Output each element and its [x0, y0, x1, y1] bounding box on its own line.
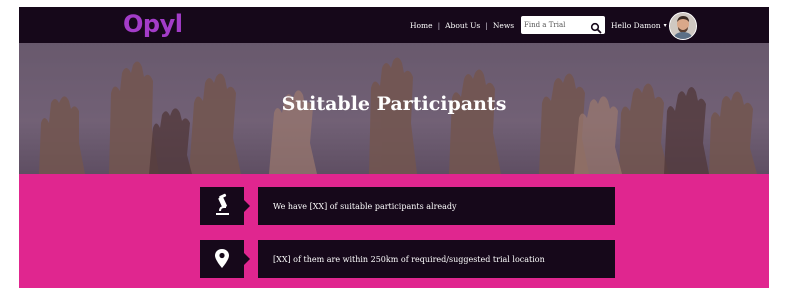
pointer-arrow — [244, 200, 250, 212]
page-title: Suitable Participants — [281, 93, 507, 115]
find-trial-input[interactable] — [524, 18, 579, 31]
stat-text: We have [XX] of suitable participants al… — [258, 187, 615, 225]
participants-summary: We have [XX] of suitable participants al… — [19, 174, 769, 288]
avatar[interactable] — [669, 12, 697, 40]
location-pin-icon — [215, 249, 229, 268]
stat-icon-box — [200, 240, 250, 278]
stat-row-suitable: We have [XX] of suitable participants al… — [200, 187, 615, 225]
pointer-arrow — [244, 253, 250, 265]
opyl-logo[interactable]: Opyl — [123, 9, 183, 39]
stat-icon-box — [200, 187, 250, 225]
nav-separator: | — [485, 20, 488, 30]
nav-about-us-link[interactable]: About Us — [445, 21, 480, 30]
nav-home-link[interactable]: Home — [410, 21, 433, 30]
stat-row-location: [XX] of them are within 250km of require… — [200, 240, 615, 278]
find-trial-search — [521, 16, 605, 34]
main-nav: Home | About Us | News — [410, 7, 514, 43]
chevron-down-icon: ▾ — [663, 21, 667, 29]
microscope-icon — [216, 193, 229, 215]
top-navigation-bar: Opyl Home | About Us | News Hello Damon … — [19, 7, 769, 43]
stat-text: [XX] of them are within 250km of require… — [258, 240, 615, 278]
search-icon[interactable] — [590, 19, 602, 34]
page: Opyl Home | About Us | News Hello Damon … — [19, 7, 769, 288]
hero-banner: Suitable Participants — [19, 43, 769, 174]
user-menu[interactable]: Hello Damon ▾ — [611, 7, 667, 43]
nav-separator: | — [437, 20, 441, 30]
user-greeting: Hello Damon — [611, 20, 661, 30]
nav-news-link[interactable]: News — [493, 21, 514, 30]
